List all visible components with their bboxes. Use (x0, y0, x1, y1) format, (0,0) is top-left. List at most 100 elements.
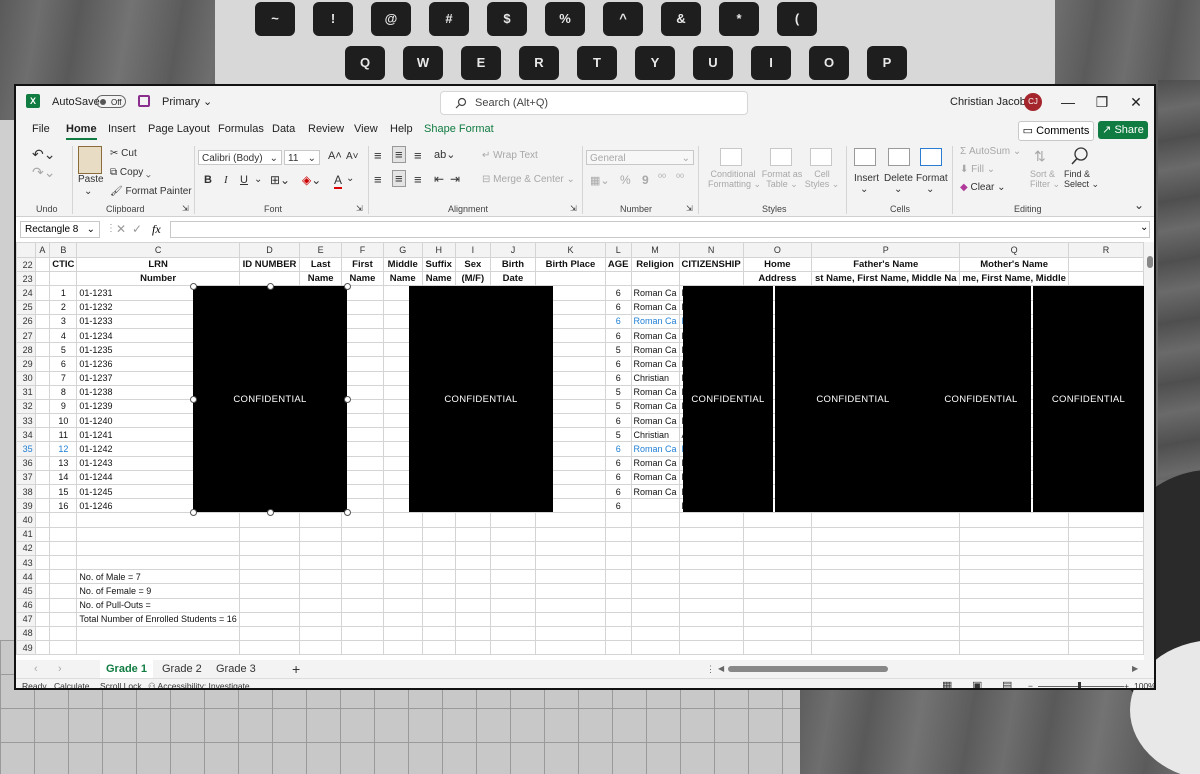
row-header[interactable]: 32 (16, 398, 36, 415)
cell[interactable] (604, 611, 632, 627)
cell[interactable] (382, 554, 423, 571)
sheet-tab-grade-1[interactable]: Grade 1 (100, 660, 153, 680)
cell[interactable] (76, 512, 240, 528)
cell-number[interactable]: 1 (49, 285, 78, 301)
cell[interactable] (299, 540, 343, 556)
cell-age[interactable]: 6 (604, 356, 632, 372)
align-right-icon[interactable]: ≡ (414, 172, 422, 187)
increase-decimal-icon[interactable]: ⁰⁰ (658, 173, 666, 184)
cell[interactable] (742, 583, 813, 599)
cell[interactable] (421, 583, 456, 599)
cell[interactable] (604, 640, 632, 656)
decrease-decimal-icon[interactable]: ⁰⁰ (676, 173, 684, 184)
cell-religion[interactable]: Roman Ca (630, 327, 680, 344)
cell[interactable] (382, 597, 423, 613)
cell[interactable] (299, 512, 343, 528)
cell[interactable] (382, 540, 423, 556)
column-header[interactable]: K (535, 242, 606, 258)
cell[interactable] (1067, 583, 1144, 599)
cell[interactable] (299, 569, 343, 585)
formula-bar-more-icon[interactable]: ⋮ (106, 223, 116, 234)
cell[interactable] (341, 625, 384, 642)
cell-religion[interactable]: Roman Ca (630, 384, 680, 400)
font-name-select[interactable]: Calibri (Body) ⌄ (198, 150, 282, 165)
cell-number[interactable]: 10 (49, 413, 78, 429)
cell[interactable] (238, 597, 301, 613)
cell[interactable] (1067, 625, 1144, 642)
cell[interactable] (489, 569, 537, 585)
cell-age[interactable]: 5 (604, 427, 632, 443)
cell-age[interactable]: 6 (604, 313, 632, 329)
worksheet-grid[interactable]: A B C D E F G H I J K L M N O P Q R 22 CTIC LRN ID NUMBER Last… (16, 242, 1144, 660)
header-cell[interactable]: Suffix (421, 256, 456, 273)
cell[interactable] (421, 640, 456, 656)
cell-number[interactable]: 4 (49, 327, 78, 344)
cell[interactable] (959, 512, 1069, 528)
name-box[interactable]: Rectangle 8 ⌄ (20, 221, 100, 238)
cell[interactable] (489, 540, 537, 556)
cell-religion[interactable]: Roman Ca (630, 398, 680, 415)
cell[interactable] (811, 554, 961, 571)
cell-styles-button[interactable]: Cell Styles ⌄ (804, 169, 840, 190)
cell[interactable] (34, 413, 51, 429)
cell[interactable] (299, 554, 343, 571)
cell[interactable] (341, 441, 384, 457)
row-header[interactable]: 31 (16, 384, 36, 400)
select-all-corner[interactable] (16, 242, 36, 258)
cell[interactable] (34, 569, 51, 585)
zoom-in-button[interactable]: + (1124, 679, 1129, 688)
cell[interactable] (34, 498, 51, 514)
cell[interactable] (535, 625, 606, 642)
cell[interactable] (630, 597, 680, 613)
cell[interactable] (678, 597, 744, 613)
cell[interactable] (34, 597, 51, 613)
cell[interactable] (678, 611, 744, 627)
increase-indent-icon[interactable]: ⇥ (450, 172, 460, 186)
header-cell[interactable]: Name (299, 271, 343, 287)
cell[interactable] (341, 483, 384, 500)
chevron-down-icon[interactable]: ⌄ (926, 184, 934, 195)
cell[interactable] (489, 625, 537, 642)
summary-text[interactable]: No. of Pull-Outs = (76, 597, 240, 613)
cell[interactable] (299, 583, 343, 599)
cell[interactable] (49, 625, 78, 642)
row-header[interactable]: 24 (16, 285, 36, 301)
cell[interactable] (238, 611, 301, 627)
cell[interactable] (604, 512, 632, 528)
cell[interactable] (34, 455, 51, 471)
cell-number[interactable]: 13 (49, 455, 78, 471)
resize-handle[interactable] (267, 509, 274, 516)
cell[interactable] (535, 540, 606, 556)
font-color-icon[interactable]: A (334, 173, 343, 189)
cell-styles-icon[interactable] (810, 148, 832, 166)
cell[interactable] (34, 554, 51, 571)
header-cell[interactable] (34, 256, 51, 273)
cell[interactable] (630, 640, 680, 656)
cell[interactable] (678, 583, 744, 599)
cell[interactable] (535, 611, 606, 627)
header-cell[interactable] (604, 271, 632, 287)
row-header[interactable]: 37 (16, 469, 36, 486)
cell[interactable] (630, 569, 680, 585)
cell[interactable] (959, 569, 1069, 585)
orientation-icon[interactable]: ab⌄ (434, 148, 455, 161)
cell[interactable] (630, 554, 680, 571)
zoom-slider-thumb[interactable] (1078, 682, 1081, 688)
fill-button[interactable]: ⬇ Fill ⌄ (960, 164, 995, 175)
add-sheet-button[interactable]: + (292, 660, 300, 678)
cell[interactable] (742, 540, 813, 556)
cell[interactable] (382, 512, 423, 528)
normal-view-icon[interactable]: ▦ (942, 679, 952, 688)
cell[interactable] (421, 597, 456, 613)
cell[interactable] (489, 583, 537, 599)
redo-icon[interactable]: ↷⌄ (32, 164, 55, 181)
cell-age[interactable]: 5 (604, 384, 632, 400)
cell-number[interactable]: 15 (49, 483, 78, 500)
cell[interactable] (604, 540, 632, 556)
cell-religion[interactable]: Roman Ca (630, 483, 680, 500)
grow-font-icon[interactable]: A˄ (328, 150, 342, 162)
column-header[interactable]: J (489, 242, 537, 258)
cell[interactable] (678, 526, 744, 542)
row-header[interactable]: 33 (16, 413, 36, 429)
resize-handle[interactable] (344, 396, 351, 403)
